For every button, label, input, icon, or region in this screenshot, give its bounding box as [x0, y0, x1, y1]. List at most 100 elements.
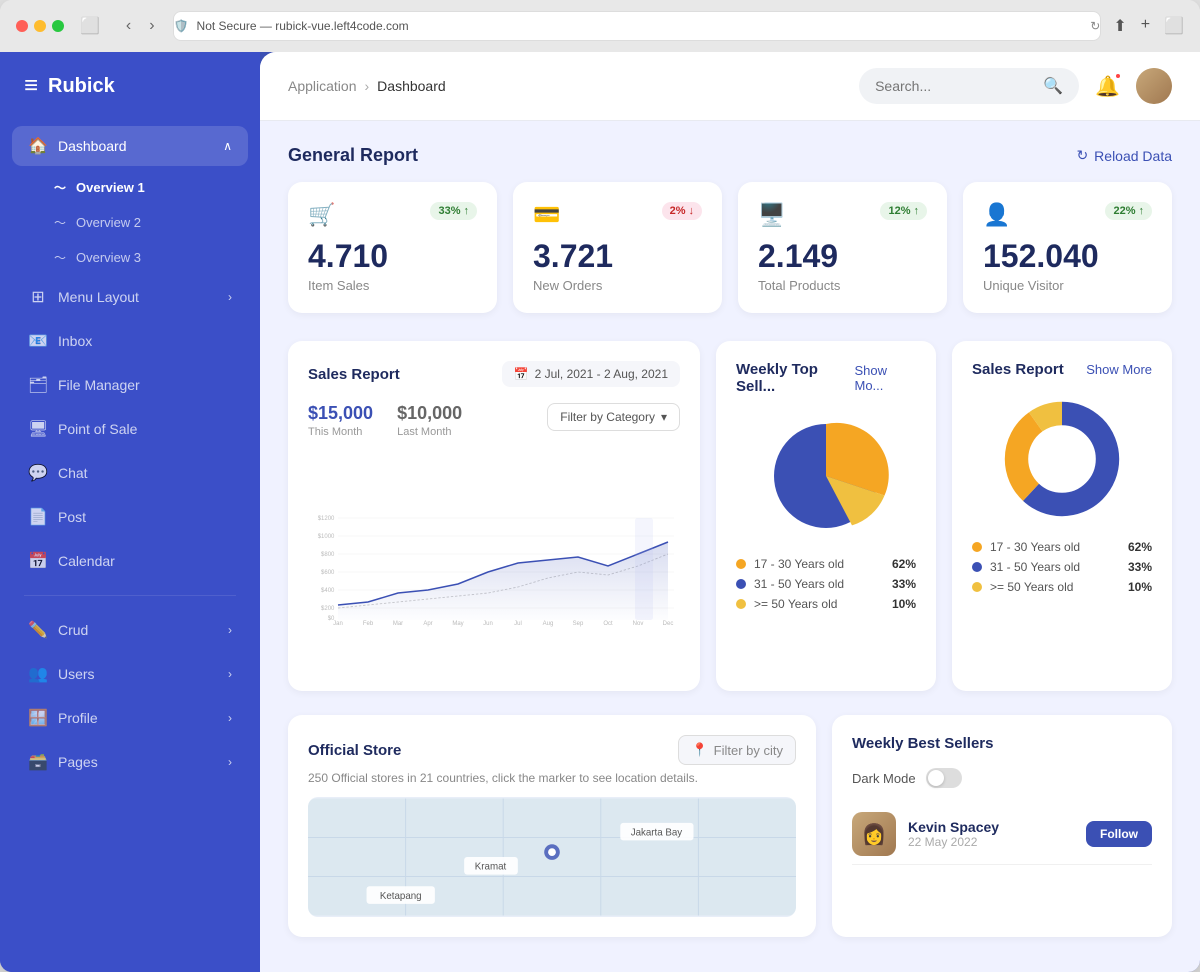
svg-text:Oct: Oct	[603, 621, 613, 627]
best-sellers-title: Weekly Best Sellers	[852, 735, 993, 752]
pie-legend: 17 - 30 Years old 62% 31 - 50 Years old …	[736, 557, 916, 617]
notification-bell[interactable]: 🔔	[1095, 74, 1120, 99]
filter-city[interactable]: 📍 Filter by city	[678, 735, 796, 765]
search-input[interactable]	[875, 78, 1035, 94]
sidebar-item-inbox[interactable]: 📧 Inbox	[12, 321, 248, 361]
security-icon: 🛡️	[174, 19, 189, 33]
official-store-card: Official Store 📍 Filter by city 250 Offi…	[288, 715, 816, 937]
legend-label-1: 17 - 30 Years old	[754, 557, 884, 571]
official-store-title: Official Store	[308, 742, 401, 759]
address-bar[interactable]: 🛡️ Not Secure — rubick-vue.left4code.com…	[173, 11, 1102, 41]
sidebar-item-file-manager[interactable]: 🗂 File Manager	[12, 365, 248, 405]
calendar-icon-small: 📅	[514, 367, 529, 381]
donut-legend-pct-2: 33%	[1128, 560, 1152, 574]
sidebar-item-point-of-sale[interactable]: 🖥 Point of Sale	[12, 409, 248, 449]
minimize-btn[interactable]	[34, 20, 46, 32]
sidebar-label-file-manager: File Manager	[58, 377, 140, 393]
bottom-row: Official Store 📍 Filter by city 250 Offi…	[288, 715, 1172, 937]
svg-text:Aug: Aug	[543, 621, 554, 627]
legend-item-3: >= 50 Years old 10%	[736, 597, 916, 611]
last-month-label: Last Month	[397, 426, 462, 438]
new-tab-icon[interactable]: +	[1141, 16, 1150, 36]
line-chart-svg: $1200 $1000 $800 $600 $400 $200 $0	[308, 466, 680, 666]
sidebar-item-post[interactable]: 📄 Post	[12, 497, 248, 537]
donut-chart-container: 17 - 30 Years old 62% 31 - 50 Years old …	[972, 394, 1152, 600]
weekly-top-sellers-show-more[interactable]: Show Mo...	[855, 363, 917, 393]
filter-category-button[interactable]: Filter by Category ▾	[547, 403, 680, 431]
crud-icon: ✏️	[28, 620, 48, 640]
avatar[interactable]	[1136, 68, 1172, 104]
sidebar-item-chat[interactable]: 💬 Chat	[12, 453, 248, 493]
sidebar-label-overview2: Overview 2	[76, 215, 141, 230]
chevron-crud-icon: ›	[228, 623, 232, 637]
svg-text:Ketapang: Ketapang	[380, 891, 422, 902]
map-placeholder[interactable]: Ketapang Kramat Jakarta Bay	[308, 797, 796, 917]
sidebar-item-menu-layout[interactable]: ⊞ Menu Layout ›	[12, 277, 248, 317]
donut-legend-dot-2	[972, 562, 982, 572]
chevron-down-icon: ▾	[661, 410, 667, 424]
overview3-icon: 〜	[54, 249, 66, 266]
sales-report2-card: Sales Report Show More	[952, 341, 1172, 691]
sales-report-chart: Sales Report 📅 2 Jul, 2021 - 2 Aug, 2021…	[288, 341, 700, 691]
donut-legend-label-3: >= 50 Years old	[990, 580, 1120, 594]
stat-value-item-sales: 4.710	[308, 240, 477, 272]
sidebar-item-overview2[interactable]: 〜 Overview 2	[12, 206, 248, 239]
general-report-header: General Report ↻ Reload Data	[288, 145, 1172, 166]
seller-name: Kevin Spacey	[908, 819, 1074, 835]
stat-value-total-products: 2.149	[758, 240, 927, 272]
sidebar-item-overview3[interactable]: 〜 Overview 3	[12, 241, 248, 274]
best-sellers-header: Weekly Best Sellers	[852, 735, 1152, 752]
sidebar-label-point-of-sale: Point of Sale	[58, 421, 137, 437]
refresh-icon[interactable]: ↻	[1090, 19, 1100, 33]
this-month-label: This Month	[308, 426, 373, 438]
filter-label: Filter by Category	[560, 410, 655, 424]
tabs-icon[interactable]: ⬜	[1164, 16, 1184, 36]
dark-mode-label: Dark Mode	[852, 771, 916, 786]
back-button[interactable]: ‹	[120, 15, 137, 37]
sales-report-title: Sales Report	[308, 366, 400, 383]
search-bar[interactable]: 🔍	[859, 68, 1079, 104]
maximize-btn[interactable]	[52, 20, 64, 32]
sidebar-label-overview1: Overview 1	[76, 180, 145, 195]
sidebar-label-dashboard: Dashboard	[58, 138, 127, 154]
sales-report2-show-more[interactable]: Show More	[1086, 362, 1152, 377]
seller-info: Kevin Spacey 22 May 2022	[908, 819, 1074, 849]
close-btn[interactable]	[16, 20, 28, 32]
donut-legend-pct-1: 62%	[1128, 540, 1152, 554]
seller-date: 22 May 2022	[908, 835, 1074, 849]
general-report-title: General Report	[288, 145, 418, 166]
chevron-users-icon: ›	[228, 667, 232, 681]
chevron-right-icon: ›	[228, 290, 232, 304]
share-icon[interactable]: ⬆	[1113, 16, 1126, 36]
sidebar-item-overview1[interactable]: 〜 Overview 1	[12, 171, 248, 204]
location-icon: 📍	[691, 742, 707, 758]
sidebar-toggle-icon[interactable]: ⬜	[80, 16, 100, 36]
home-icon: 🏠	[28, 136, 48, 156]
reload-icon: ↻	[1076, 147, 1088, 164]
sidebar-item-users[interactable]: 👥 Users ›	[12, 654, 248, 694]
badge-unique-visitor: 22% ↑	[1105, 202, 1152, 220]
svg-text:Nov: Nov	[633, 621, 644, 627]
forward-button[interactable]: ›	[143, 15, 160, 37]
users-icon: 👥	[28, 664, 48, 684]
follow-button[interactable]: Follow	[1086, 821, 1152, 847]
sidebar-item-calendar[interactable]: 📅 Calendar	[12, 541, 248, 581]
weekly-top-sellers-card: Weekly Top Sell... Show Mo...	[716, 341, 936, 691]
post-icon: 📄	[28, 507, 48, 527]
chevron-pages-icon: ›	[228, 755, 232, 769]
sidebar-label-chat: Chat	[58, 465, 88, 481]
sidebar-item-pages[interactable]: 🗃️ Pages ›	[12, 742, 248, 782]
reload-button[interactable]: ↻ Reload Data	[1076, 147, 1172, 164]
svg-text:$400: $400	[321, 588, 335, 594]
dark-mode-toggle[interactable]	[926, 768, 962, 788]
sidebar-item-dashboard[interactable]: 🏠 Dashboard ∧	[12, 126, 248, 166]
overview2-icon: 〜	[54, 214, 66, 231]
main-content: Application › Dashboard 🔍 🔔	[260, 52, 1200, 972]
stat-label-total-products: Total Products	[758, 278, 927, 293]
sidebar-label-crud: Crud	[58, 622, 88, 638]
svg-text:$600: $600	[321, 570, 335, 576]
map-svg: Ketapang Kramat Jakarta Bay	[308, 797, 796, 917]
sidebar-item-profile[interactable]: 🪟 Profile ›	[12, 698, 248, 738]
date-range[interactable]: 📅 2 Jul, 2021 - 2 Aug, 2021	[502, 361, 680, 387]
sidebar-item-crud[interactable]: ✏️ Crud ›	[12, 610, 248, 650]
